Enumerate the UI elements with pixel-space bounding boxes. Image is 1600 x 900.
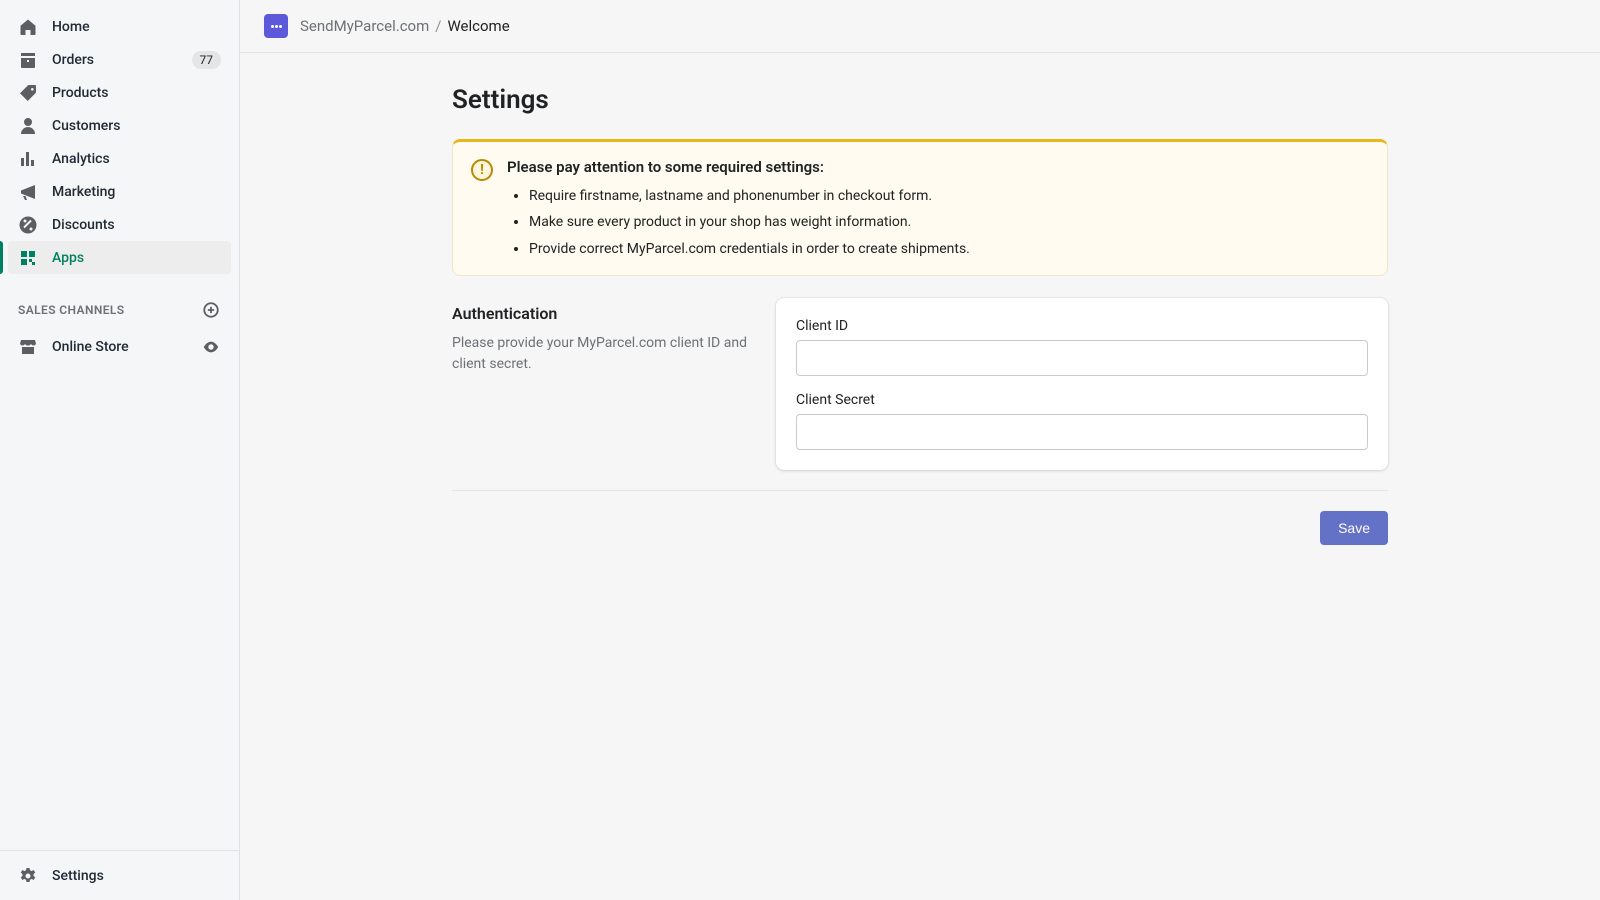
auth-heading: Authentication [452, 304, 752, 323]
client-id-label: Client ID [796, 318, 1368, 334]
client-secret-input[interactable] [796, 414, 1368, 450]
breadcrumb-current: Welcome [447, 17, 509, 35]
sidebar-item-discounts[interactable]: Discounts [8, 208, 231, 241]
page-actions: Save [452, 511, 1388, 545]
sales-channels-heading: SALES CHANNELS [8, 296, 231, 324]
sidebar: Home Orders 77 Products Customers [0, 0, 240, 900]
save-button[interactable]: Save [1320, 511, 1388, 545]
sidebar-item-online-store[interactable]: Online Store [8, 330, 231, 363]
analytics-icon [18, 149, 38, 169]
orders-icon [18, 50, 38, 70]
page-title: Settings [452, 85, 1388, 115]
sidebar-item-label: Apps [52, 250, 221, 266]
sidebar-item-label: Online Store [52, 339, 201, 355]
products-icon [18, 83, 38, 103]
sidebar-item-apps[interactable]: Apps [8, 241, 231, 274]
auth-description: Please provide your MyParcel.com client … [452, 333, 752, 375]
sidebar-item-orders[interactable]: Orders 77 [8, 43, 231, 76]
app-logo-icon [264, 14, 288, 38]
apps-icon [18, 248, 38, 268]
warning-icon: ! [471, 159, 493, 181]
banner-list-item: Require firstname, lastname and phonenum… [529, 186, 1369, 206]
sales-channels-title: SALES CHANNELS [18, 303, 125, 317]
customers-icon [18, 116, 38, 136]
sidebar-item-label: Orders [52, 52, 192, 68]
sidebar-item-label: Customers [52, 118, 221, 134]
breadcrumb-app[interactable]: SendMyParcel.com [300, 17, 429, 35]
add-channel-icon[interactable] [201, 300, 221, 320]
sidebar-item-customers[interactable]: Customers [8, 109, 231, 142]
banner-list: Require firstname, lastname and phonenum… [507, 186, 1369, 259]
sidebar-item-settings[interactable]: Settings [8, 859, 231, 892]
discounts-icon [18, 215, 38, 235]
sidebar-item-label: Settings [52, 868, 221, 884]
banner-list-item: Make sure every product in your shop has… [529, 212, 1369, 232]
sidebar-item-products[interactable]: Products [8, 76, 231, 109]
header-bar: SendMyParcel.com / Welcome [240, 0, 1600, 53]
orders-count-badge: 77 [192, 51, 222, 69]
sidebar-item-label: Analytics [52, 151, 221, 167]
banner-list-item: Provide correct MyParcel.com credentials… [529, 239, 1369, 259]
warning-banner: ! Please pay attention to some required … [452, 139, 1388, 276]
sidebar-item-label: Discounts [52, 217, 221, 233]
gear-icon [18, 866, 38, 886]
client-secret-label: Client Secret [796, 392, 1368, 408]
store-icon [18, 337, 38, 357]
home-icon [18, 17, 38, 37]
sidebar-item-label: Products [52, 85, 221, 101]
sidebar-footer: Settings [0, 850, 239, 900]
sidebar-item-marketing[interactable]: Marketing [8, 175, 231, 208]
auth-section: Authentication Please provide your MyPar… [452, 298, 1388, 470]
client-id-input[interactable] [796, 340, 1368, 376]
sidebar-item-label: Marketing [52, 184, 221, 200]
breadcrumb-separator: / [435, 17, 441, 35]
auth-card: Client ID Client Secret [776, 298, 1388, 470]
banner-title: Please pay attention to some required se… [507, 158, 1369, 176]
sidebar-nav: Home Orders 77 Products Customers [0, 10, 239, 850]
breadcrumb: SendMyParcel.com / Welcome [300, 17, 510, 35]
sidebar-item-home[interactable]: Home [8, 10, 231, 43]
sidebar-item-analytics[interactable]: Analytics [8, 142, 231, 175]
sidebar-item-label: Home [52, 19, 221, 35]
main: SendMyParcel.com / Welcome Settings ! Pl… [240, 0, 1600, 900]
content: Settings ! Please pay attention to some … [240, 53, 1600, 900]
auth-description-column: Authentication Please provide your MyPar… [452, 298, 752, 375]
view-store-icon[interactable] [201, 337, 221, 357]
marketing-icon [18, 182, 38, 202]
section-divider [452, 490, 1388, 491]
